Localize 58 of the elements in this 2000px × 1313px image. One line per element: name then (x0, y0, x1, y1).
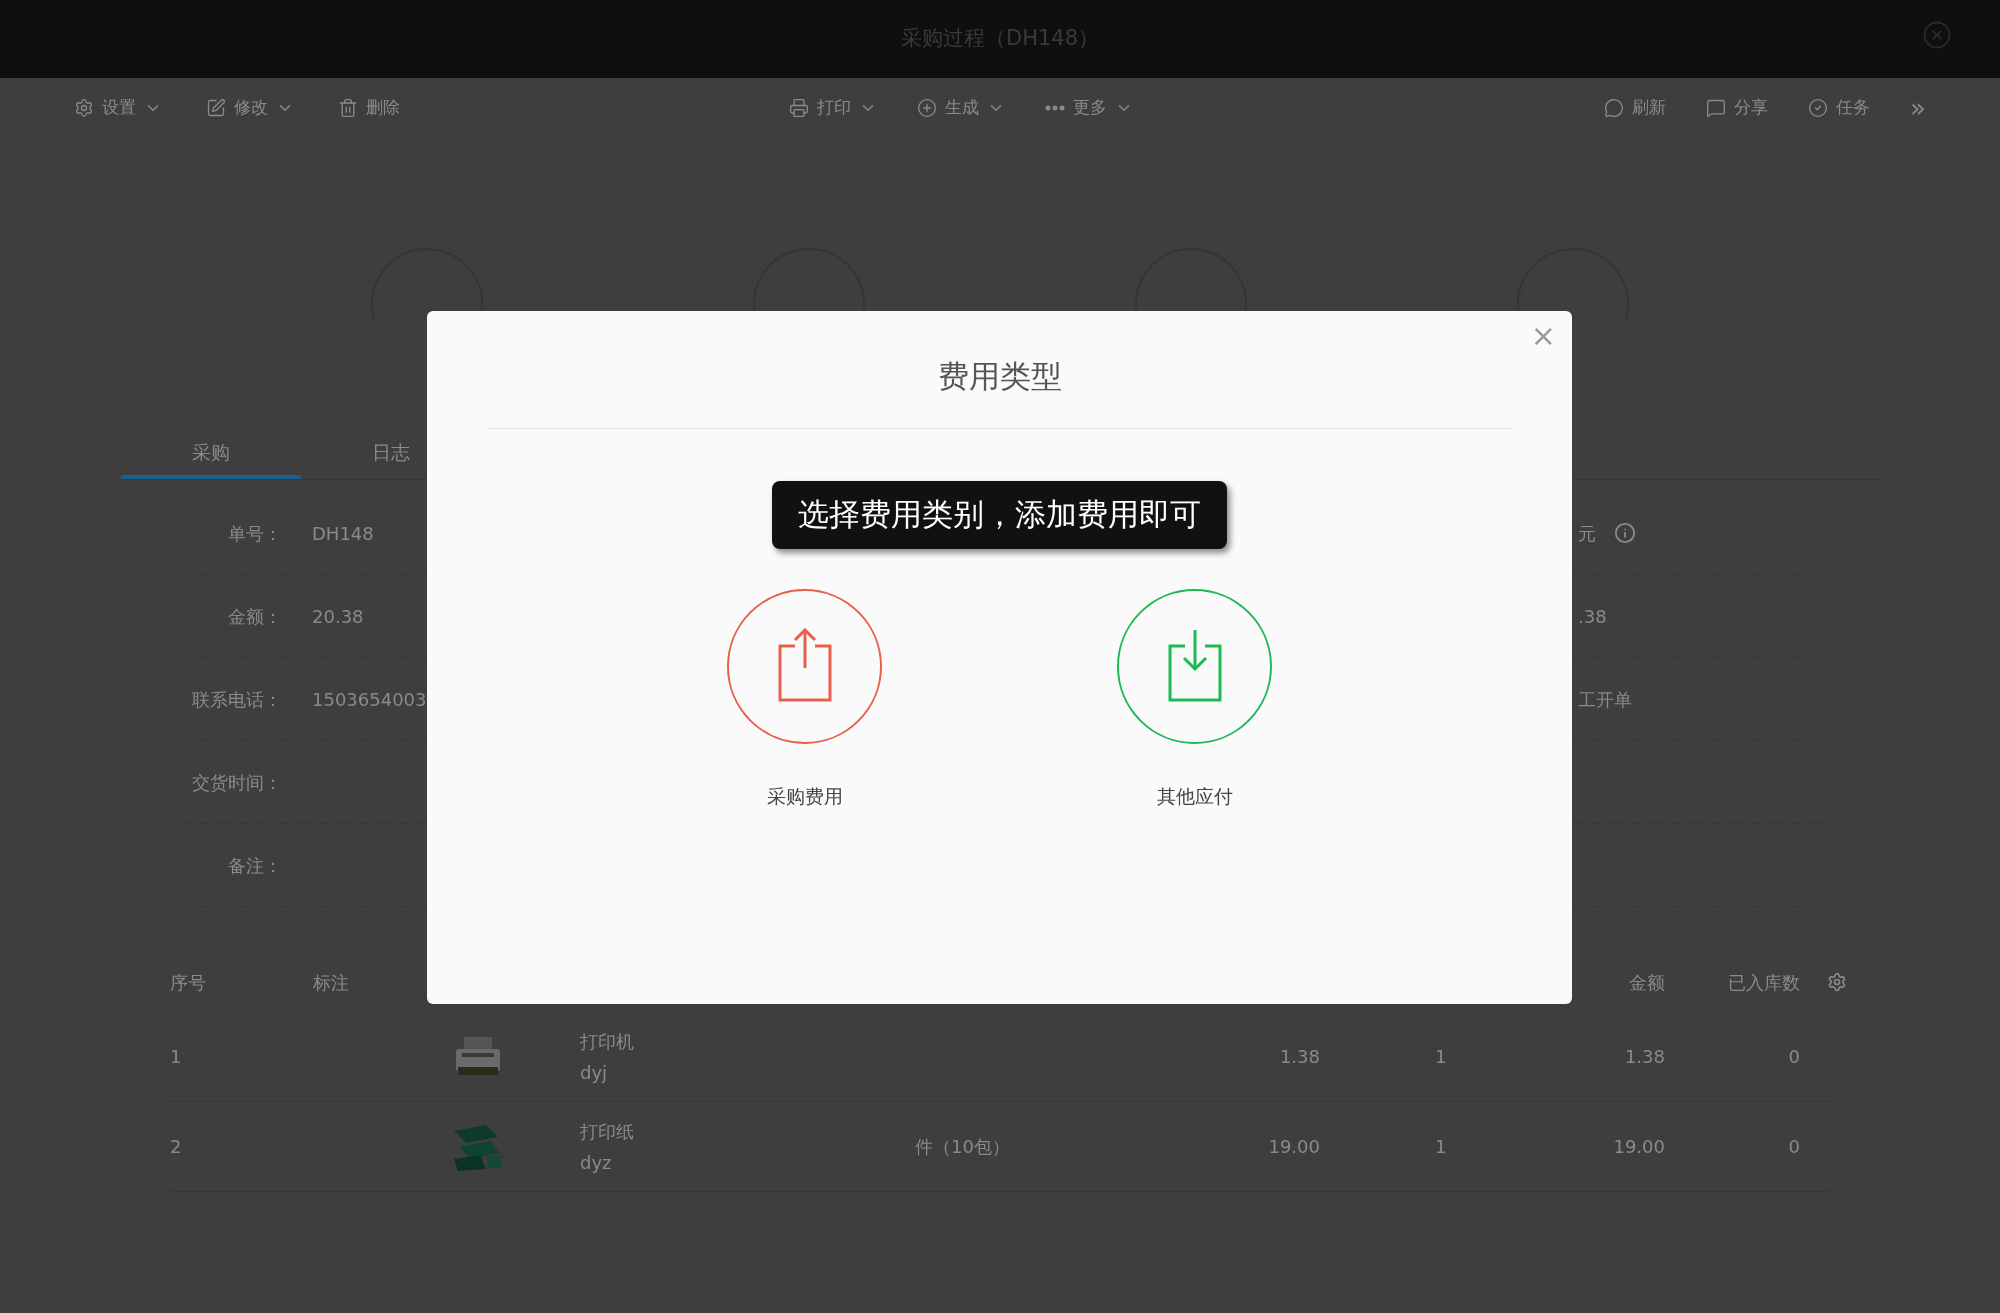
trash-icon (338, 98, 358, 118)
column-header: 序号 (170, 970, 207, 995)
toolbar-button[interactable]: 设置 (74, 95, 162, 121)
dialog-title: 费用类型 (937, 357, 1062, 396)
edit-icon (206, 98, 226, 118)
product-code: dyz (580, 1150, 612, 1175)
field-value: 1503654003 (312, 687, 427, 712)
table-cell-text: 1 (1434, 1045, 1448, 1069)
gear-icon[interactable] (1827, 972, 1847, 992)
table-cell-text: 1.38 (1278, 1045, 1320, 1069)
comment-icon (1706, 98, 1727, 118)
tooltip: 选择费用类别，添加费用即可 (772, 480, 1227, 549)
toolbar-button[interactable]: 修改 (206, 95, 294, 121)
table-cell-text: 19.00 (1267, 1135, 1320, 1159)
plus-circle-icon (917, 98, 937, 118)
info-icon (1614, 522, 1636, 544)
gear-icon (74, 98, 94, 118)
field-value: 工开单 (1578, 687, 1632, 712)
product-name: 打印机 (580, 1029, 634, 1054)
toolbar-button[interactable]: 任务 (1808, 95, 1871, 121)
table-cell-text: 19.00 (1612, 1135, 1665, 1159)
table-cell-text: 2 (170, 1135, 183, 1159)
column-header: 已入库数 (1727, 970, 1800, 995)
expense-type-option[interactable]: 采购费用 (727, 588, 882, 810)
tab[interactable]: 日志 (301, 429, 481, 479)
table-cell-text: 1.38 (1623, 1045, 1665, 1069)
column-header: 金额 (1628, 970, 1665, 995)
field-value: .38 (1578, 604, 1607, 629)
toolbar-button[interactable]: 分享 (1706, 95, 1769, 121)
field-label: 金额： (227, 604, 282, 629)
toolbar-button[interactable]: 刷新 (1604, 95, 1667, 121)
close-button[interactable]: × (1530, 321, 1556, 351)
field-value: 20.38 (312, 604, 364, 629)
product-code: dyj (580, 1060, 608, 1085)
check-circle-icon (1808, 98, 1829, 118)
toolbar-button[interactable]: 删除 (338, 95, 400, 121)
table-cell-text: 0 (1787, 1135, 1800, 1159)
table-cell-text: 1 (170, 1045, 183, 1069)
column-header: 标注 (313, 970, 350, 995)
toolbar-button[interactable]: 打印 (789, 95, 877, 121)
product-name: 打印纸 (580, 1119, 634, 1144)
expense-type-option[interactable]: 其他应付 (1117, 588, 1272, 810)
more-button[interactable]: » (1910, 88, 1926, 128)
table-cell-text: 1 (1434, 1135, 1448, 1159)
field-label: 交货时间： (191, 770, 282, 795)
table-cell-text: 0 (1787, 1045, 1800, 1069)
ellipsis-icon (1045, 105, 1065, 111)
field-label: 联系电话： (191, 687, 282, 712)
field-label: 单号： (227, 521, 282, 546)
toolbar-button[interactable]: 更多 (1045, 95, 1133, 121)
table-cell: 件（10包） (915, 1136, 1010, 1157)
chat-bubble-icon (1604, 98, 1625, 118)
printer-icon (789, 98, 809, 118)
tab[interactable]: 采购 (121, 429, 301, 479)
field-value: 元 (1578, 521, 1596, 546)
toolbar-button[interactable]: 生成 (917, 95, 1005, 121)
field-label: 备注： (227, 853, 282, 878)
field-value: DH148 (312, 521, 374, 546)
